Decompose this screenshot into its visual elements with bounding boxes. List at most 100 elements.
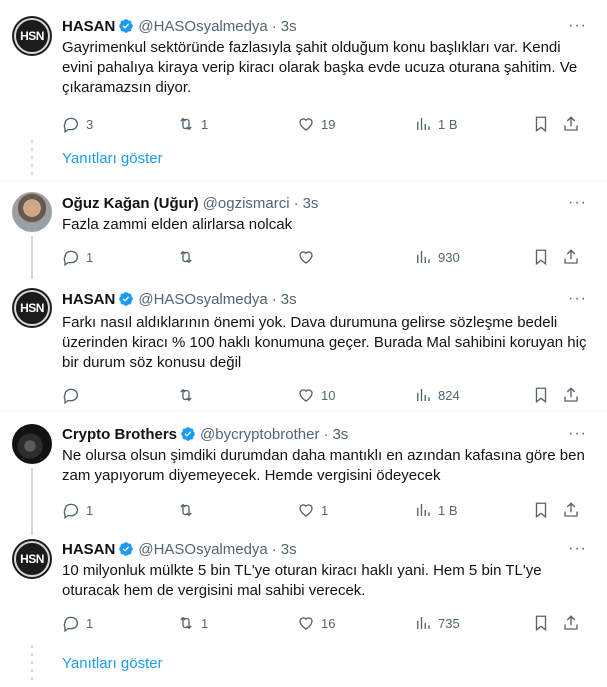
show-replies-link[interactable]: Yanıtları göster bbox=[62, 655, 163, 672]
retweet-button[interactable]: 1 bbox=[177, 115, 208, 133]
views-button[interactable]: 735 bbox=[414, 614, 460, 632]
tweet-text: Farkı nasıl aldıklarının önemi yok. Dava… bbox=[62, 314, 587, 371]
share-icon bbox=[564, 387, 578, 402]
more-options-icon[interactable]: ··· bbox=[568, 194, 587, 212]
tweet[interactable]: HSN HASAN @HASOsyalmedya · 3s ··· Farkı … bbox=[0, 277, 607, 412]
heart-icon bbox=[299, 617, 313, 630]
retweet-button[interactable]: 1 bbox=[177, 614, 208, 632]
share-button[interactable] bbox=[562, 248, 580, 266]
views-button[interactable]: 930 bbox=[414, 248, 460, 266]
action-bar: 1 1 1 B bbox=[62, 500, 595, 520]
views-chart-icon bbox=[417, 617, 430, 629]
like-button[interactable]: 19 bbox=[297, 115, 335, 133]
like-count: 1 bbox=[321, 502, 329, 518]
handle[interactable]: @HASOsyalmedya bbox=[138, 291, 267, 308]
display-name[interactable]: HASAN bbox=[62, 18, 115, 35]
tweet-header: HASAN @HASOsyalmedya · 3s ··· bbox=[62, 539, 595, 559]
more-options-icon[interactable]: ··· bbox=[568, 290, 587, 308]
heart-icon bbox=[299, 118, 313, 131]
like-button[interactable]: 1 bbox=[297, 501, 328, 519]
verified-badge-icon bbox=[119, 19, 134, 33]
tweet[interactable]: HSN HASAN @HASOsyalmedya · 3s ··· Gayrim… bbox=[0, 0, 607, 140]
tweet-header: HASAN @HASOsyalmedya · 3s ··· bbox=[62, 289, 595, 309]
tweet[interactable]: HSN HASAN @HASOsyalmedya · 3s ··· 10 mil… bbox=[0, 535, 607, 645]
avatar[interactable] bbox=[12, 192, 52, 232]
reply-button[interactable]: 1 bbox=[62, 501, 93, 519]
views-chart-icon bbox=[417, 118, 430, 130]
display-name[interactable]: HASAN bbox=[62, 541, 115, 558]
like-count: 16 bbox=[321, 615, 336, 631]
show-replies-row: Yanıtları göster bbox=[0, 140, 607, 181]
handle[interactable]: @HASOsyalmedya bbox=[138, 541, 267, 558]
reply-button[interactable]: 1 bbox=[62, 614, 93, 632]
retweet-button[interactable] bbox=[177, 386, 201, 404]
timestamp[interactable]: 3s bbox=[281, 18, 297, 35]
more-options-icon[interactable]: ··· bbox=[568, 425, 587, 443]
share-button[interactable] bbox=[562, 501, 580, 519]
action-bar: 1 930 bbox=[62, 247, 595, 267]
handle[interactable]: @ogzismarci bbox=[203, 195, 290, 212]
bookmark-button[interactable] bbox=[532, 115, 550, 133]
timestamp[interactable]: 3s bbox=[281, 291, 297, 308]
retweet-icon bbox=[180, 250, 192, 264]
avatar[interactable]: HSN bbox=[12, 288, 52, 328]
views-button[interactable]: 824 bbox=[414, 386, 460, 404]
timestamp[interactable]: 3s bbox=[281, 541, 297, 558]
bookmark-button[interactable] bbox=[532, 248, 550, 266]
timestamp[interactable]: 3s bbox=[303, 195, 319, 212]
tweet-header: Crypto Brothers @bycryptobrother · 3s ··… bbox=[62, 424, 595, 444]
share-icon bbox=[564, 249, 578, 264]
share-button[interactable] bbox=[562, 614, 580, 632]
tweet[interactable]: Oğuz Kağan (Uğur) @ogzismarci · 3s ··· F… bbox=[0, 181, 607, 279]
views-button[interactable]: 1 B bbox=[414, 501, 458, 519]
heart-icon bbox=[299, 251, 313, 264]
avatar-logo-text: HSN bbox=[14, 18, 50, 54]
reply-button[interactable]: 3 bbox=[62, 115, 93, 133]
views-button[interactable]: 1 B bbox=[414, 115, 458, 133]
retweet-icon bbox=[180, 388, 192, 402]
reply-count: 1 bbox=[86, 615, 94, 631]
retweet-button[interactable] bbox=[177, 248, 201, 266]
retweet-button[interactable] bbox=[177, 501, 201, 519]
share-button[interactable] bbox=[562, 115, 580, 133]
thread-line bbox=[31, 468, 33, 535]
display-name[interactable]: HASAN bbox=[62, 291, 115, 308]
share-button[interactable] bbox=[562, 386, 580, 404]
avatar[interactable]: HSN bbox=[12, 16, 52, 56]
bookmark-icon bbox=[535, 502, 547, 519]
heart-icon bbox=[299, 389, 313, 402]
like-button[interactable]: 10 bbox=[297, 386, 335, 404]
handle[interactable]: @HASOsyalmedya bbox=[138, 18, 267, 35]
like-button[interactable] bbox=[297, 248, 321, 266]
reply-icon bbox=[63, 388, 79, 404]
reply-count: 1 bbox=[86, 249, 94, 265]
bookmark-button[interactable] bbox=[532, 386, 550, 404]
avatar[interactable]: HSN bbox=[12, 539, 52, 579]
handle[interactable]: @bycryptobrother bbox=[200, 426, 319, 443]
tweet-header: Oğuz Kağan (Uğur) @ogzismarci · 3s ··· bbox=[62, 193, 595, 213]
reply-button[interactable] bbox=[62, 386, 86, 404]
retweet-icon bbox=[180, 117, 192, 131]
like-button[interactable]: 16 bbox=[297, 614, 335, 632]
bookmark-button[interactable] bbox=[532, 614, 550, 632]
show-replies-link[interactable]: Yanıtları göster bbox=[62, 150, 163, 167]
reply-button[interactable]: 1 bbox=[62, 248, 93, 266]
more-options-icon[interactable]: ··· bbox=[568, 17, 587, 35]
timestamp[interactable]: 3s bbox=[332, 426, 348, 443]
separator-dot: · bbox=[271, 17, 277, 35]
more-options-icon[interactable]: ··· bbox=[568, 540, 587, 558]
bookmark-button[interactable] bbox=[532, 501, 550, 519]
separator-dot: · bbox=[271, 540, 277, 558]
tweet[interactable]: Crypto Brothers @bycryptobrother · 3s ··… bbox=[0, 412, 607, 535]
views-chart-icon bbox=[417, 504, 430, 516]
bookmark-icon bbox=[535, 249, 547, 266]
avatar[interactable] bbox=[12, 424, 52, 464]
display-name[interactable]: Crypto Brothers bbox=[62, 426, 177, 443]
display-name[interactable]: Oğuz Kağan (Uğur) bbox=[62, 195, 199, 212]
tweet-text: Ne olursa olsun şimdiki durumdan daha ma… bbox=[62, 447, 585, 484]
share-icon bbox=[564, 502, 578, 517]
tweet-text: 10 milyonluk mülkte 5 bin TL'ye oturan k… bbox=[62, 562, 542, 599]
bookmark-icon bbox=[535, 116, 547, 133]
reply-icon bbox=[63, 503, 79, 519]
reply-count: 3 bbox=[86, 116, 94, 132]
